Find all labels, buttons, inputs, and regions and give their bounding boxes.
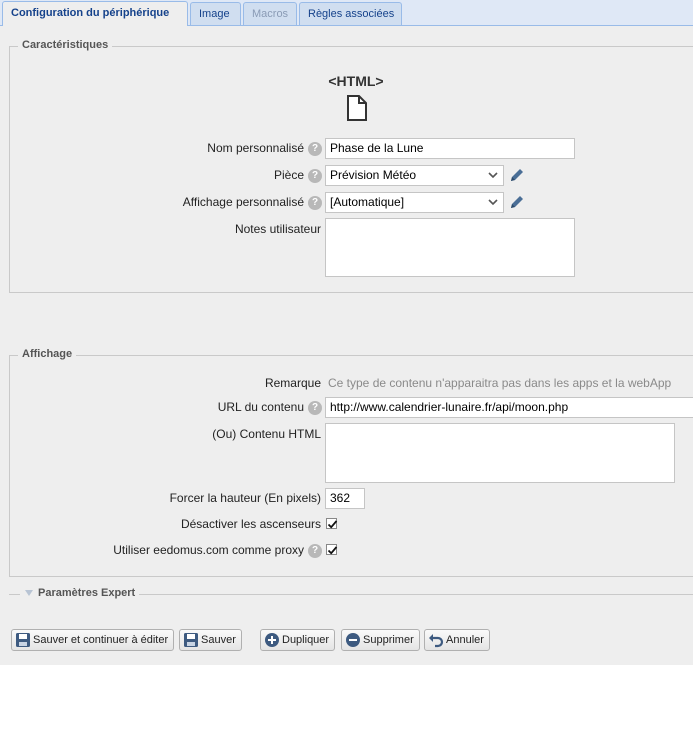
room-label-text: Pièce (273, 168, 304, 182)
force-height-label: Forcer la hauteur (En pixels) (169, 491, 321, 505)
user-notes-textarea[interactable] (325, 218, 575, 277)
proxy-label: Utiliser eedomus.com comme proxy? (113, 543, 322, 558)
tab-associated-rules[interactable]: Règles associées (299, 2, 402, 25)
tab-bar: Configuration du périphérique Image Macr… (0, 0, 693, 26)
proxy-label-text: Utiliser eedomus.com comme proxy (113, 543, 304, 557)
tab-device-configuration[interactable]: Configuration du périphérique (2, 1, 188, 26)
html-content-label: (Ou) Contenu HTML (212, 427, 321, 441)
expert-toggle[interactable]: Paramètres Expert (20, 587, 140, 599)
content-url-input[interactable]: http://www.calendrier-lunaire.fr/api/moo… (325, 397, 693, 418)
force-height-input[interactable]: 362 (325, 488, 365, 509)
remark-text: Ce type de contenu n'apparaitra pas dans… (328, 376, 672, 390)
checkmark-icon (327, 520, 338, 529)
triangle-down-icon (25, 590, 33, 597)
display-legend: Affichage (18, 348, 77, 360)
custom-name-input[interactable]: Phase de la Lune (325, 138, 575, 159)
custom-name-label-text: Nom personnalisé (207, 141, 304, 155)
floppy-disk-icon (15, 632, 31, 648)
help-icon[interactable]: ? (308, 141, 322, 156)
chevron-down-icon (488, 172, 498, 179)
room-select-value: Prévision Météo (330, 168, 417, 182)
cancel-label: Annuler (446, 634, 484, 646)
tab-macros[interactable]: Macros (243, 2, 297, 25)
undo-arrow-icon (428, 632, 444, 648)
floppy-disk-icon (183, 632, 199, 648)
custom-display-label-text: Affichage personnalisé (182, 195, 304, 209)
room-label: Pièce? (274, 168, 322, 183)
disable-scrollbars-checkbox[interactable] (326, 518, 338, 529)
duplicate-label: Dupliquer (282, 634, 330, 646)
help-icon[interactable]: ? (308, 543, 322, 558)
custom-display-label: Affichage personnalisé? (183, 195, 322, 210)
cancel-button[interactable]: Annuler (424, 629, 490, 651)
save-continue-button[interactable]: Sauver et continuer à éditer (11, 629, 175, 651)
checkmark-icon (327, 546, 338, 555)
delete-label: Supprimer (363, 634, 414, 646)
chevron-down-icon (488, 199, 498, 206)
save-continue-label: Sauver et continuer à éditer (33, 634, 169, 646)
device-config-window: Configuration du périphérique Image Macr… (0, 0, 693, 665)
content-url-label-text: URL du contenu (217, 400, 304, 414)
disable-scrollbars-label: Désactiver les ascenseurs (180, 517, 321, 531)
file-icon (346, 95, 368, 121)
delete-button[interactable]: Supprimer (341, 629, 420, 651)
expert-label: Paramètres Expert (38, 587, 136, 599)
custom-name-label: Nom personnalisé? (207, 141, 322, 156)
edit-display-pencil-icon[interactable] (509, 194, 525, 210)
duplicate-plus-icon (264, 632, 280, 648)
duplicate-button[interactable]: Dupliquer (260, 629, 336, 651)
edit-room-pencil-icon[interactable] (509, 167, 525, 183)
room-select[interactable]: Prévision Météo (325, 165, 504, 186)
tab-image[interactable]: Image (190, 2, 241, 25)
custom-display-select[interactable]: [Automatique] (325, 192, 504, 213)
remark-label: Remarque (264, 376, 321, 390)
help-icon[interactable]: ? (308, 400, 322, 415)
user-notes-label: Notes utilisateur (234, 222, 321, 236)
custom-display-select-value: [Automatique] (330, 195, 405, 209)
help-icon[interactable]: ? (308, 195, 322, 210)
help-icon[interactable]: ? (308, 168, 322, 183)
minus-circle-icon (345, 632, 361, 648)
device-type-label: <HTML> (328, 73, 384, 89)
html-content-textarea[interactable] (325, 423, 675, 483)
save-label: Sauver (201, 634, 236, 646)
proxy-checkbox[interactable] (326, 544, 338, 555)
save-button[interactable]: Sauver (179, 629, 242, 651)
characteristics-legend: Caractéristiques (18, 39, 113, 51)
content-url-label: URL du contenu? (218, 400, 322, 415)
